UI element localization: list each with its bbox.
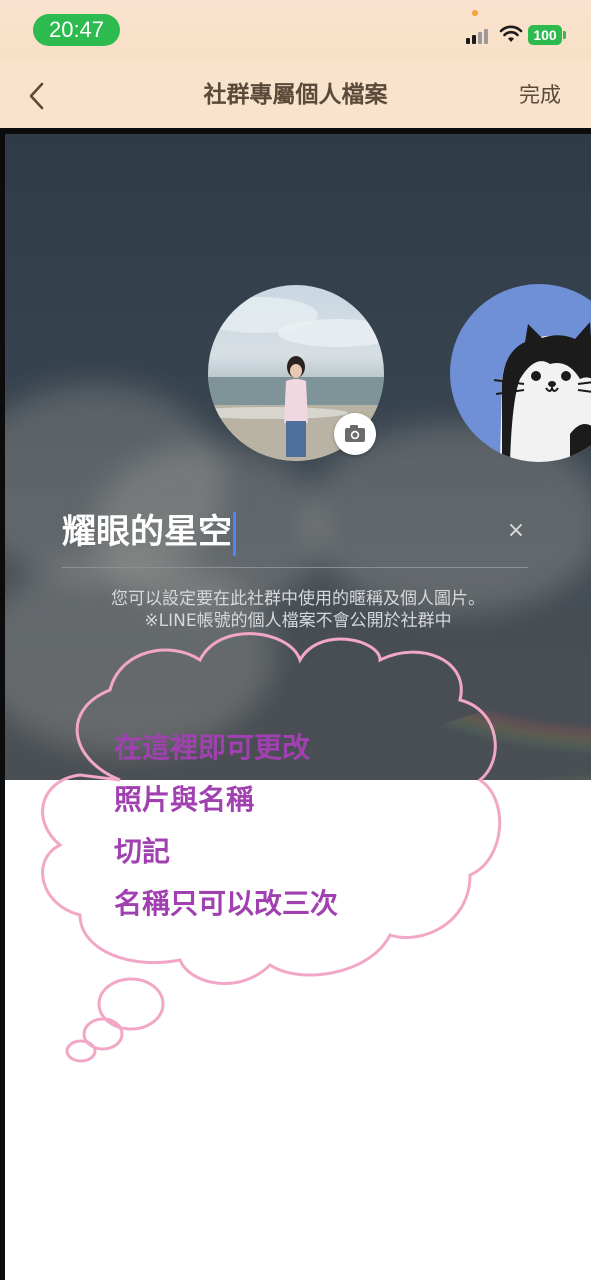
- battery-tip: [563, 31, 566, 39]
- status-bar: 20:47 100: [0, 0, 591, 62]
- text-caret: [233, 511, 236, 556]
- status-time: 20:47: [33, 14, 120, 46]
- hint-text-line1: 您可以設定要在此社群中使用的暱稱及個人圖片。: [111, 589, 485, 609]
- input-underline: [62, 567, 528, 568]
- navigation-bar: 社群專屬個人檔案 完成: [0, 62, 591, 128]
- annotation-line-2: 照片與名稱: [114, 783, 255, 816]
- background-rainbow: [265, 694, 591, 780]
- annotation-line-1: 在這裡即可更改: [114, 731, 311, 764]
- nickname-value: 耀眼的星空: [62, 512, 232, 552]
- signal-icon: [466, 28, 494, 44]
- battery-icon: 100: [528, 25, 562, 45]
- clear-icon[interactable]: ×: [505, 520, 527, 542]
- profile-editor: 耀眼的星空 × 您可以設定要在此社群中使用的暱稱及個人圖片。 ※LINE帳號的個…: [5, 134, 591, 780]
- annotation-line-3: 切記: [114, 835, 171, 868]
- wifi-icon: [499, 25, 523, 42]
- annotation-line-4: 名稱只可以改三次: [114, 887, 339, 920]
- chevron-left-icon[interactable]: [20, 79, 54, 113]
- done-button[interactable]: 完成: [519, 62, 561, 128]
- nickname-input[interactable]: 耀眼的星空: [62, 504, 442, 560]
- camera-icon[interactable]: [334, 413, 376, 455]
- hint-text-line2: ※LINE帳號的個人檔案不會公開於社群中: [144, 611, 452, 631]
- page-title: 社群專屬個人檔案: [203, 82, 388, 108]
- privacy-indicator: [472, 10, 478, 16]
